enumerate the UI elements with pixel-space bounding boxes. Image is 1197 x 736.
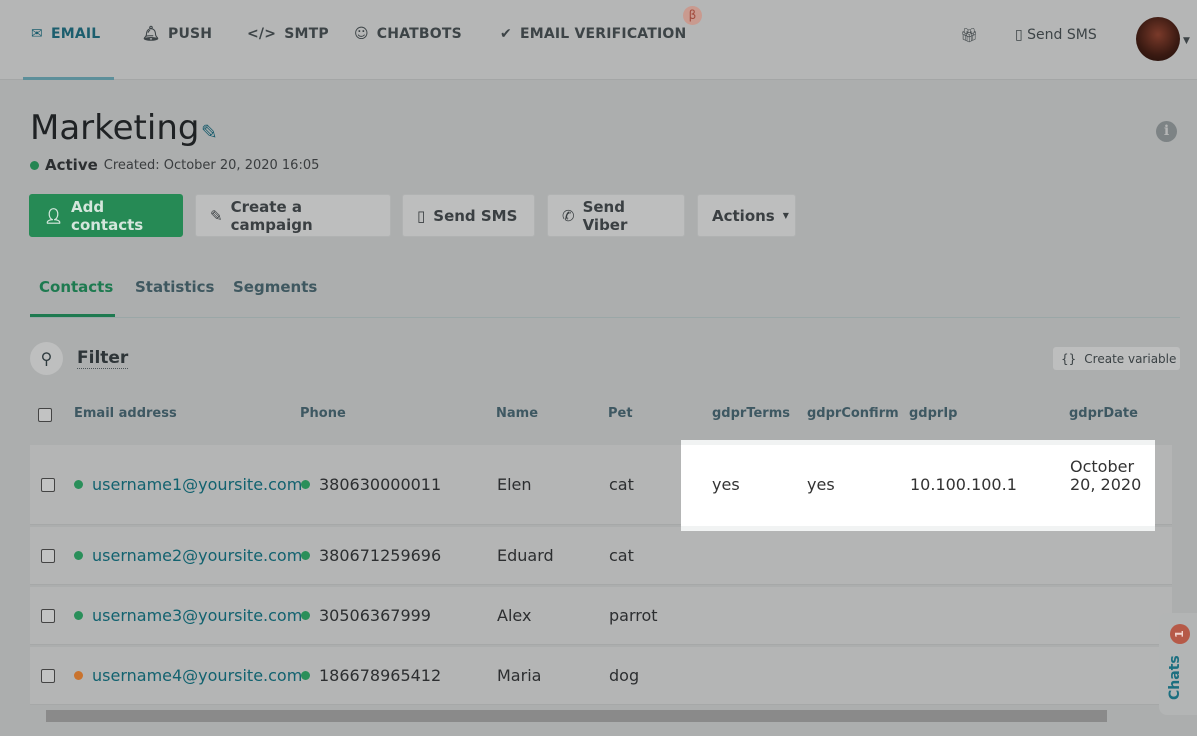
pencil-icon[interactable]: ✎ — [201, 120, 218, 144]
nav-smtp[interactable]: </> SMTP — [247, 26, 329, 42]
top-nav: ✉ EMAIL 🔔︎ PUSH </> SMTP ☺ CHATBOTS ✔ EMAIL V… — [0, 0, 1197, 80]
send-sms-button[interactable]: ▯ Send SMS — [402, 194, 535, 237]
phone-value: 380630000011 — [319, 475, 442, 494]
phone-status-dot — [301, 611, 310, 620]
phone-cell: 380671259696 — [301, 546, 441, 565]
send-sms-link[interactable]: ▯ Send SMS — [1015, 27, 1097, 43]
phone-cell: 380630000011 — [301, 475, 441, 494]
row-checkbox[interactable] — [41, 549, 55, 563]
column-header-gdprdate[interactable]: gdprDate — [1069, 406, 1138, 421]
email-status-dot — [74, 551, 83, 560]
column-header-name[interactable]: Name — [496, 406, 538, 421]
filter-toggle[interactable]: Filter — [77, 348, 129, 369]
avatar[interactable] — [1136, 17, 1180, 61]
name-cell: Alex — [497, 606, 532, 625]
nav-email-verification[interactable]: ✔ EMAIL VERIFICATION — [500, 26, 686, 42]
phone-cell: 30506367999 — [301, 606, 431, 625]
send-viber-button[interactable]: ✆ Send Viber — [547, 194, 685, 237]
email-status-dot — [74, 611, 83, 620]
phone-value: 380671259696 — [319, 546, 442, 565]
edit-icon: ✎ — [210, 206, 223, 225]
check-circle-icon: ✔ — [500, 26, 512, 42]
gdpr-date-value: October 20, 2020 — [1070, 457, 1142, 494]
email-cell[interactable]: username1@yoursite.com — [74, 475, 302, 494]
beta-badge: β — [683, 6, 702, 25]
row-checkbox[interactable] — [41, 669, 55, 683]
list-status: Active Created: October 20, 2020 16:05 — [30, 156, 319, 174]
phone-status-dot — [301, 551, 310, 560]
name-cell: Elen — [497, 475, 532, 494]
gdpr-confirm-value: yes — [807, 475, 835, 494]
phone-icon: ▯ — [1015, 27, 1028, 43]
bell-icon: 🔔︎ — [142, 26, 160, 42]
chevron-down-icon[interactable]: ▼ — [1183, 36, 1190, 46]
nav-email[interactable]: ✉ EMAIL — [31, 26, 100, 42]
phone-cell: 186678965412 — [301, 666, 441, 685]
select-all-checkbox[interactable] — [38, 408, 52, 422]
phone-value: 186678965412 — [319, 666, 442, 685]
add-user-icon: 👤︎ — [44, 206, 64, 225]
tabs: Contacts Statistics Segments — [30, 278, 1180, 318]
column-header-gdprterms[interactable]: gdprTerms — [712, 406, 790, 421]
phone-icon: ▯ — [417, 206, 426, 225]
tab-segments[interactable]: Segments — [233, 278, 317, 296]
email-cell[interactable]: username2@yoursite.com — [74, 546, 302, 565]
viber-icon: ✆ — [562, 206, 575, 225]
add-contacts-button[interactable]: 👤︎ Add contacts — [29, 194, 183, 237]
chats-badge: 1 — [1170, 624, 1190, 644]
email-link[interactable]: username2@yoursite.com — [92, 546, 302, 565]
row-checkbox[interactable] — [41, 478, 55, 492]
column-header-gdprip[interactable]: gdprIp — [909, 406, 957, 421]
variable-icon: {} — [1061, 351, 1077, 366]
code-icon: </> — [247, 26, 277, 42]
email-link[interactable]: username3@yoursite.com — [92, 606, 302, 625]
name-cell: Eduard — [497, 546, 554, 565]
column-header-email[interactable]: Email address — [74, 406, 177, 421]
tab-statistics[interactable]: Statistics — [135, 278, 214, 296]
tab-contacts[interactable]: Contacts — [39, 278, 113, 296]
chevron-down-icon: ▼ — [782, 211, 789, 220]
email-cell[interactable]: username3@yoursite.com — [74, 606, 302, 625]
name-cell: Maria — [497, 666, 542, 685]
page-title: Marketing — [30, 108, 200, 148]
active-nav-indicator — [23, 77, 114, 80]
email-status-dot — [74, 671, 83, 680]
phone-value: 30506367999 — [319, 606, 431, 625]
pet-cell: parrot — [609, 606, 658, 625]
gdpr-terms-value: yes — [712, 475, 740, 494]
pet-cell: cat — [609, 546, 634, 565]
email-link[interactable]: username4@yoursite.com — [92, 666, 302, 685]
search-button[interactable]: ⚲ — [30, 342, 63, 375]
pet-cell: cat — [609, 475, 634, 494]
scrollbar-thumb[interactable] — [46, 710, 1107, 722]
email-cell[interactable]: username4@yoursite.com — [74, 666, 302, 685]
phone-status-dot — [301, 671, 310, 680]
search-icon: ⚲ — [40, 349, 53, 368]
nav-push[interactable]: 🔔︎ PUSH — [142, 26, 212, 42]
highlighted-gdpr-cells: yes yes 10.100.100.1 October 20, 2020 — [681, 440, 1155, 531]
status-dot — [30, 160, 39, 170]
create-variable-button[interactable]: {} Create variable — [1053, 347, 1180, 370]
column-header-gdprconfirm[interactable]: gdprConfirm — [807, 406, 899, 421]
actions-dropdown[interactable]: Actions ▼ — [697, 194, 796, 237]
active-tab-indicator — [30, 314, 115, 317]
gdpr-ip-value: 10.100.100.1 — [910, 475, 1017, 494]
nav-chatbots[interactable]: ☺ CHATBOTS — [354, 26, 462, 42]
chatbot-icon: ☺ — [354, 26, 369, 42]
phone-status-dot — [301, 480, 310, 489]
chats-label[interactable]: Chats — [1167, 655, 1183, 700]
gift-icon[interactable]: 🎁︎ — [960, 28, 978, 44]
info-icon[interactable]: i — [1156, 121, 1177, 142]
column-header-pet[interactable]: Pet — [608, 406, 633, 421]
envelope-icon: ✉ — [31, 26, 43, 42]
create-campaign-button[interactable]: ✎ Create a campaign — [195, 194, 391, 237]
email-link[interactable]: username1@yoursite.com — [92, 475, 302, 494]
pet-cell: dog — [609, 666, 640, 685]
email-status-dot — [74, 480, 83, 489]
row-checkbox[interactable] — [41, 609, 55, 623]
column-header-phone[interactable]: Phone — [300, 406, 346, 421]
